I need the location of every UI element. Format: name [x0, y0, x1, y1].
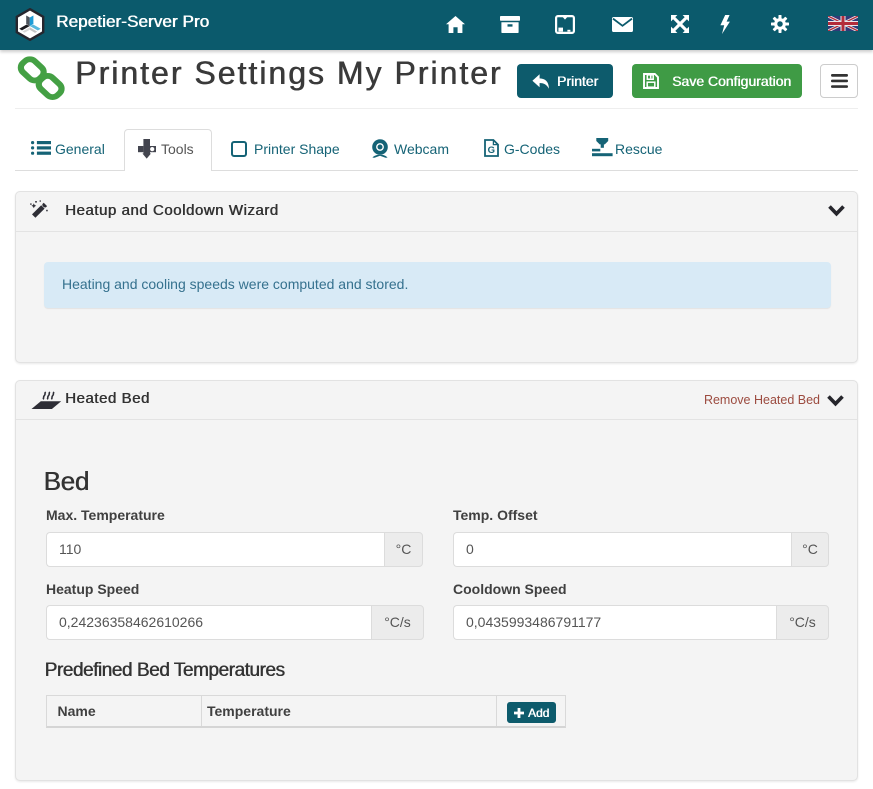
svg-text:G: G [488, 145, 495, 156]
